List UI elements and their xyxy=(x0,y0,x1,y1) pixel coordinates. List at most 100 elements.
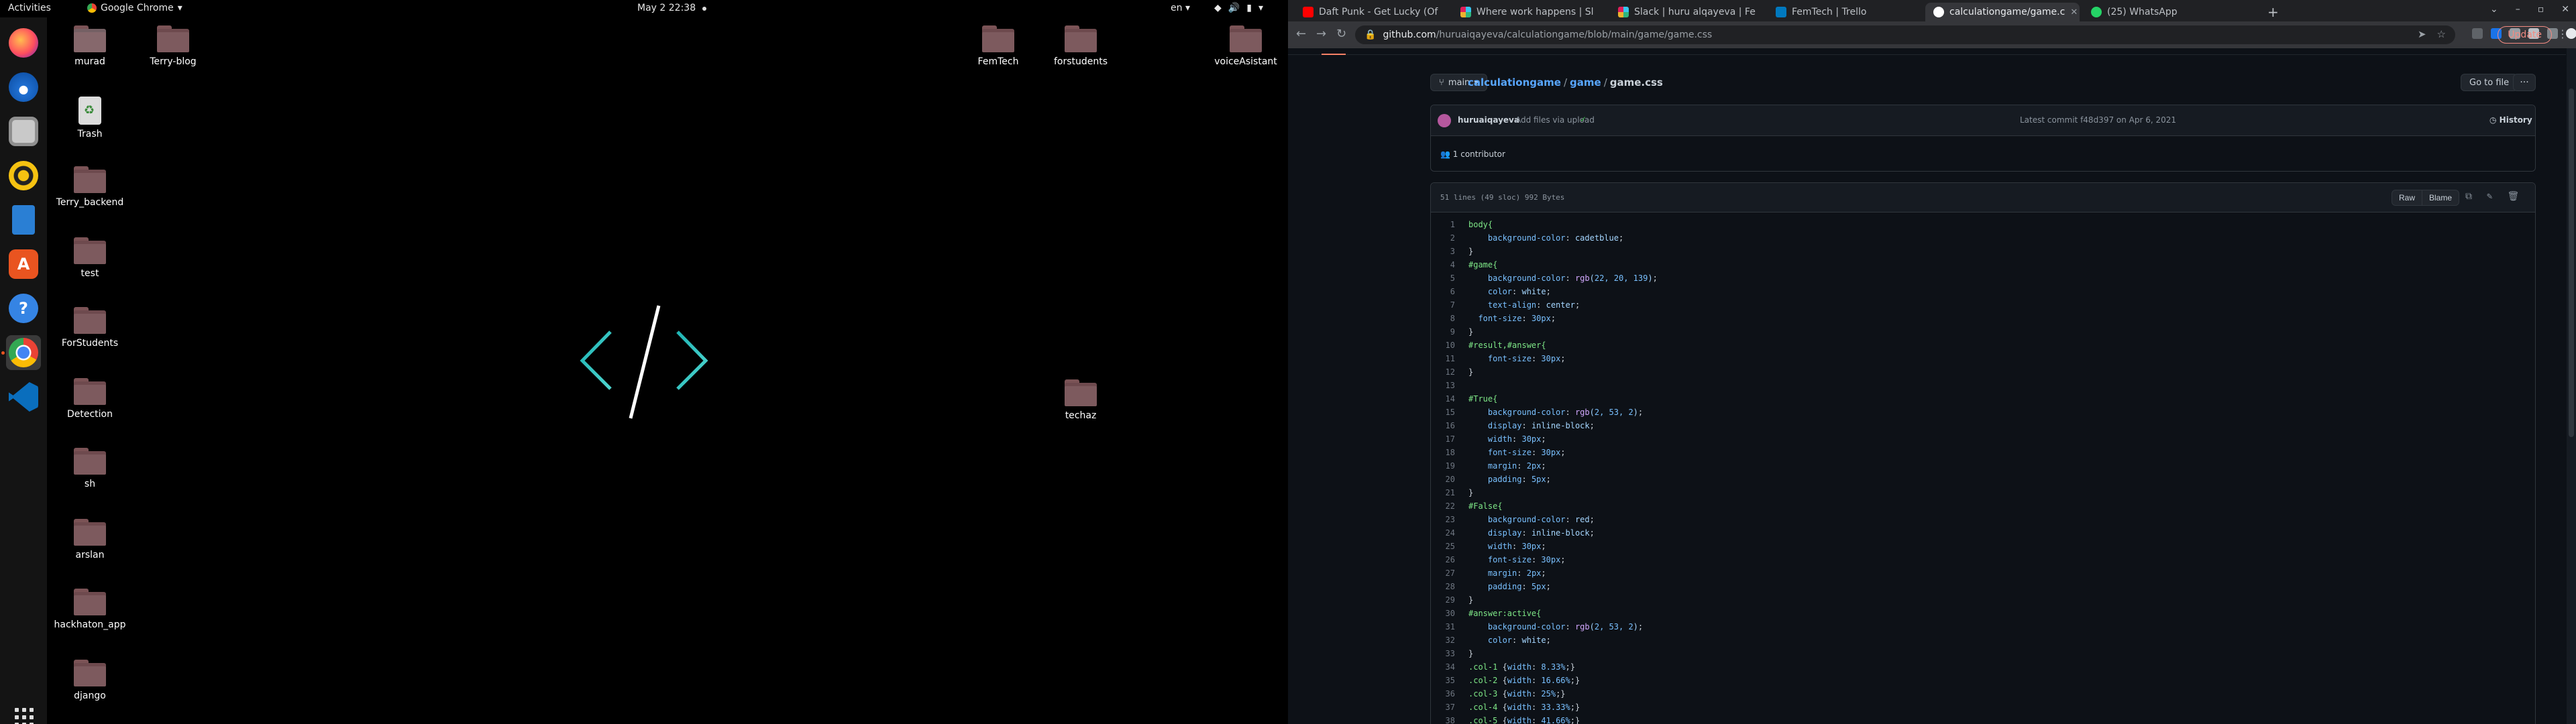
desktop-folder-arslan[interactable]: arslan xyxy=(50,519,130,560)
browser-tab[interactable]: Where work happens | Sl xyxy=(1452,3,1607,21)
line-number[interactable]: 10 xyxy=(1431,341,1455,350)
line-number[interactable]: 16 xyxy=(1431,421,1455,430)
line-number[interactable]: 9 xyxy=(1431,327,1455,337)
minimize-icon[interactable]: – xyxy=(2516,4,2520,15)
desktop-folder-murad[interactable]: murad xyxy=(50,25,130,67)
desktop-folder-forstudents[interactable]: ForStudents xyxy=(50,307,130,349)
line-number[interactable]: 27 xyxy=(1431,568,1455,578)
desktop-folder-forstudents-lower[interactable]: forstudents xyxy=(1040,25,1121,67)
trash-icon[interactable]: 🗑 xyxy=(2507,191,2519,202)
contributors-link[interactable]: 👥 1 contributor xyxy=(1440,149,1505,159)
desktop-folder-detection[interactable]: Detection xyxy=(50,378,130,420)
line-number[interactable]: 5 xyxy=(1431,274,1455,283)
browser-tab[interactable]: Slack | huru alqayeva | Fe xyxy=(1610,3,1764,21)
line-number[interactable]: 3 xyxy=(1431,247,1455,256)
dock-help[interactable]: ? xyxy=(6,291,41,326)
line-number[interactable]: 35 xyxy=(1431,676,1455,685)
line-number[interactable]: 33 xyxy=(1431,649,1455,658)
line-number[interactable]: 15 xyxy=(1431,408,1455,417)
dock-thunderbird[interactable] xyxy=(6,70,41,105)
line-number[interactable]: 32 xyxy=(1431,636,1455,645)
latest-commit[interactable]: Latest commit f48d397 on Apr 6, 2021 xyxy=(2020,115,2176,125)
line-number[interactable]: 22 xyxy=(1431,501,1455,511)
desktop-folder-femtech[interactable]: FemTech xyxy=(958,25,1038,67)
line-number[interactable]: 14 xyxy=(1431,394,1455,404)
line-number[interactable]: 17 xyxy=(1431,434,1455,444)
line-number[interactable]: 31 xyxy=(1431,622,1455,631)
line-number[interactable]: 7 xyxy=(1431,300,1455,310)
line-number[interactable]: 30 xyxy=(1431,609,1455,618)
line-number[interactable]: 38 xyxy=(1431,716,1455,724)
desktop-folder-sh[interactable]: sh xyxy=(50,448,130,489)
avatar[interactable] xyxy=(1438,114,1451,127)
line-number[interactable]: 24 xyxy=(1431,528,1455,538)
extension-icon[interactable] xyxy=(2472,28,2483,39)
system-menu[interactable]: ◆ 🔊 ▮ ▾ xyxy=(1214,3,1263,13)
desktop-folder-voiceasistant[interactable]: voiceAsistant xyxy=(1205,25,1286,67)
dock-vscode[interactable] xyxy=(6,379,41,414)
reload-icon[interactable]: ↻ xyxy=(1336,27,1346,41)
edit-pencil-icon[interactable]: ✎ xyxy=(2487,191,2492,202)
breadcrumb-folder-link[interactable]: game xyxy=(1570,76,1601,88)
line-number[interactable]: 29 xyxy=(1431,595,1455,605)
history-link[interactable]: ◷ History xyxy=(2489,115,2532,125)
line-number[interactable]: 6 xyxy=(1431,287,1455,296)
desktop-folder-hackhaton-app[interactable]: hackhaton_app xyxy=(50,589,130,630)
back-icon[interactable]: ← xyxy=(1296,27,1306,41)
line-number[interactable]: 13 xyxy=(1431,381,1455,390)
browser-tab[interactable]: (25) WhatsApp xyxy=(2083,3,2237,21)
app-menu[interactable]: Google Chrome ▾ xyxy=(87,3,182,13)
line-number[interactable]: 20 xyxy=(1431,475,1455,484)
browser-tab-active[interactable]: calculationgame/game.c ✕ xyxy=(1925,3,2080,21)
bookmark-star-icon[interactable]: ☆ xyxy=(2437,28,2446,40)
desktop-folder-terry-backend[interactable]: Terry_backend xyxy=(50,166,130,208)
more-options-button[interactable]: ··· xyxy=(2513,74,2536,91)
desktop-trash[interactable]: Trash xyxy=(50,97,130,139)
dock-rhythmbox[interactable] xyxy=(6,158,41,193)
dock-chrome[interactable] xyxy=(6,335,41,370)
activities-button[interactable]: Activities xyxy=(8,3,51,13)
raw-button[interactable]: Raw xyxy=(2392,190,2423,206)
line-number[interactable]: 18 xyxy=(1431,448,1455,457)
line-number[interactable]: 34 xyxy=(1431,662,1455,672)
line-number[interactable]: 2 xyxy=(1431,233,1455,243)
tab-search-icon[interactable]: ⌄ xyxy=(2490,4,2498,15)
desktop-folder-django[interactable]: django xyxy=(50,660,130,701)
clock[interactable]: May 2 22:38 xyxy=(637,3,707,13)
language-indicator[interactable]: en ▾ xyxy=(1171,3,1190,13)
copy-icon[interactable]: ⧉ xyxy=(2465,191,2472,202)
close-window-icon[interactable]: ✕ xyxy=(2561,4,2569,15)
commit-author[interactable]: huruaiqayeva xyxy=(1458,115,1519,125)
line-number[interactable]: 21 xyxy=(1431,488,1455,497)
forward-icon[interactable]: → xyxy=(1316,27,1326,41)
address-bar[interactable]: 🔒 github.com/huruaiqayeva/calculationgam… xyxy=(1355,25,2455,44)
dock-files[interactable] xyxy=(6,114,41,149)
dock-writer[interactable] xyxy=(6,202,41,237)
scrollbar-thumb[interactable] xyxy=(2569,88,2574,437)
browser-tab[interactable]: FemTech | Trello xyxy=(1768,3,1922,21)
close-tab-icon[interactable]: ✕ xyxy=(2070,7,2078,17)
breadcrumb-repo-link[interactable]: calculationgame xyxy=(1468,76,1561,88)
dock-firefox[interactable] xyxy=(6,25,41,60)
line-number[interactable]: 19 xyxy=(1431,461,1455,471)
line-number[interactable]: 23 xyxy=(1431,515,1455,524)
line-number[interactable]: 36 xyxy=(1431,689,1455,699)
maximize-icon[interactable]: ▫ xyxy=(2538,4,2544,15)
line-number[interactable]: 8 xyxy=(1431,314,1455,323)
share-icon[interactable]: ➤ xyxy=(2418,28,2426,40)
line-number[interactable]: 4 xyxy=(1431,260,1455,269)
dock-software[interactable]: A xyxy=(6,247,41,282)
line-number[interactable]: 37 xyxy=(1431,703,1455,712)
desktop-folder-techaz[interactable]: techaz xyxy=(1040,379,1121,421)
code-content[interactable]: 1 body{2 background-color: cadetblue; 3} 4 #… xyxy=(1431,218,2535,724)
go-to-file-button[interactable]: Go to file xyxy=(2461,74,2518,91)
desktop-folder-test[interactable]: test xyxy=(50,237,130,279)
chrome-menu-icon[interactable]: ⋮ xyxy=(2557,27,2568,40)
new-tab-button[interactable]: + xyxy=(2267,4,2279,20)
blame-button[interactable]: Blame xyxy=(2422,190,2460,206)
line-number[interactable]: 1 xyxy=(1431,220,1455,229)
line-number[interactable]: 26 xyxy=(1431,555,1455,564)
show-applications-icon[interactable] xyxy=(15,708,34,724)
browser-tab[interactable]: Daft Punk - Get Lucky (Of xyxy=(1295,3,1449,21)
line-number[interactable]: 28 xyxy=(1431,582,1455,591)
